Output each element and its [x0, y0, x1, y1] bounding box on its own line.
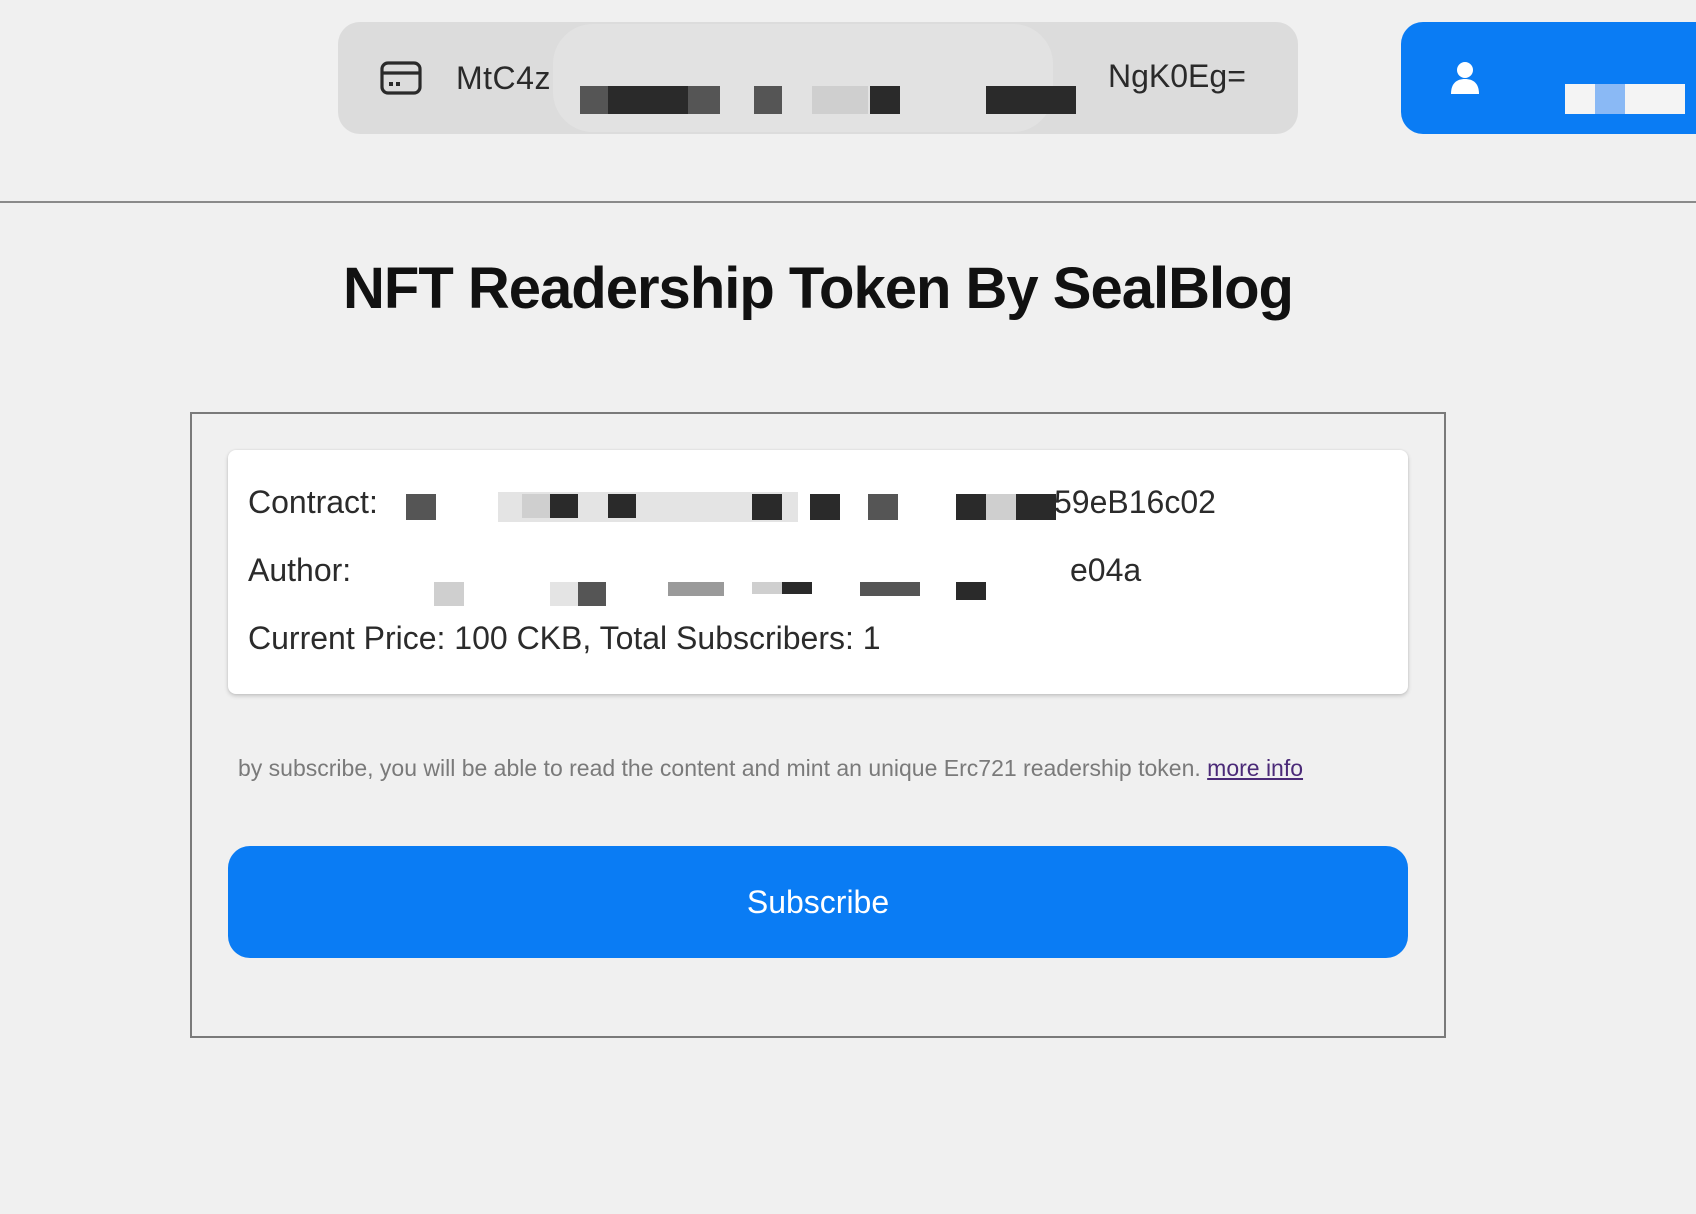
redaction-mask — [752, 494, 782, 520]
top-header: MtC4z NgK0Eg= — [0, 0, 1696, 203]
redaction-mask — [668, 582, 724, 596]
wallet-address-start: MtC4z — [456, 59, 551, 96]
contract-value-end: 59eB16c02 — [1054, 484, 1216, 520]
price-subscribers-line: Current Price: 100 CKB, Total Subscriber… — [248, 620, 881, 656]
wallet-address-end: NgK0Eg= — [1108, 58, 1246, 94]
redaction-mask — [956, 582, 986, 600]
more-info-link[interactable]: more info — [1207, 755, 1303, 781]
wallet-address-pill[interactable]: MtC4z NgK0Eg= — [338, 22, 1298, 134]
credit-card-icon — [380, 61, 422, 95]
redaction-mask — [553, 24, 1053, 132]
redaction-mask — [986, 494, 1016, 520]
contract-label: Contract: — [248, 484, 378, 520]
redaction-mask — [550, 582, 578, 606]
subscription-panel: Contract: 59eB16c02 Author: e04a Current… — [190, 412, 1446, 1038]
subscribe-note: by subscribe, you will be able to read t… — [238, 754, 1398, 782]
redaction-mask — [434, 582, 464, 606]
redaction-mask — [578, 582, 606, 606]
redaction-mask — [860, 582, 920, 596]
redaction-mask — [1595, 84, 1625, 114]
redaction-mask — [868, 494, 898, 520]
page-title: NFT Readership Token By SealBlog — [343, 256, 1294, 321]
account-button[interactable] — [1401, 22, 1696, 134]
redaction-mask — [752, 582, 782, 594]
redaction-mask — [608, 86, 688, 114]
user-icon — [1451, 62, 1479, 94]
redaction-mask — [782, 582, 812, 594]
redaction-mask — [812, 86, 868, 114]
redaction-mask — [1016, 494, 1056, 520]
redaction-mask — [986, 86, 1076, 114]
redaction-mask — [550, 494, 578, 518]
subscribe-button[interactable]: Subscribe — [228, 846, 1408, 958]
author-label: Author: — [248, 552, 352, 588]
redaction-mask — [810, 494, 840, 520]
redaction-mask — [406, 494, 436, 520]
redaction-mask — [956, 494, 986, 520]
redaction-mask — [608, 494, 636, 518]
contract-info-card: Contract: 59eB16c02 Author: e04a Current… — [228, 450, 1408, 694]
redaction-mask — [522, 494, 550, 518]
redaction-mask — [870, 86, 900, 114]
redaction-mask — [1565, 84, 1685, 114]
author-value-end: e04a — [1070, 552, 1142, 588]
redaction-mask — [754, 86, 782, 114]
subscribe-note-text: by subscribe, you will be able to read t… — [238, 755, 1201, 781]
